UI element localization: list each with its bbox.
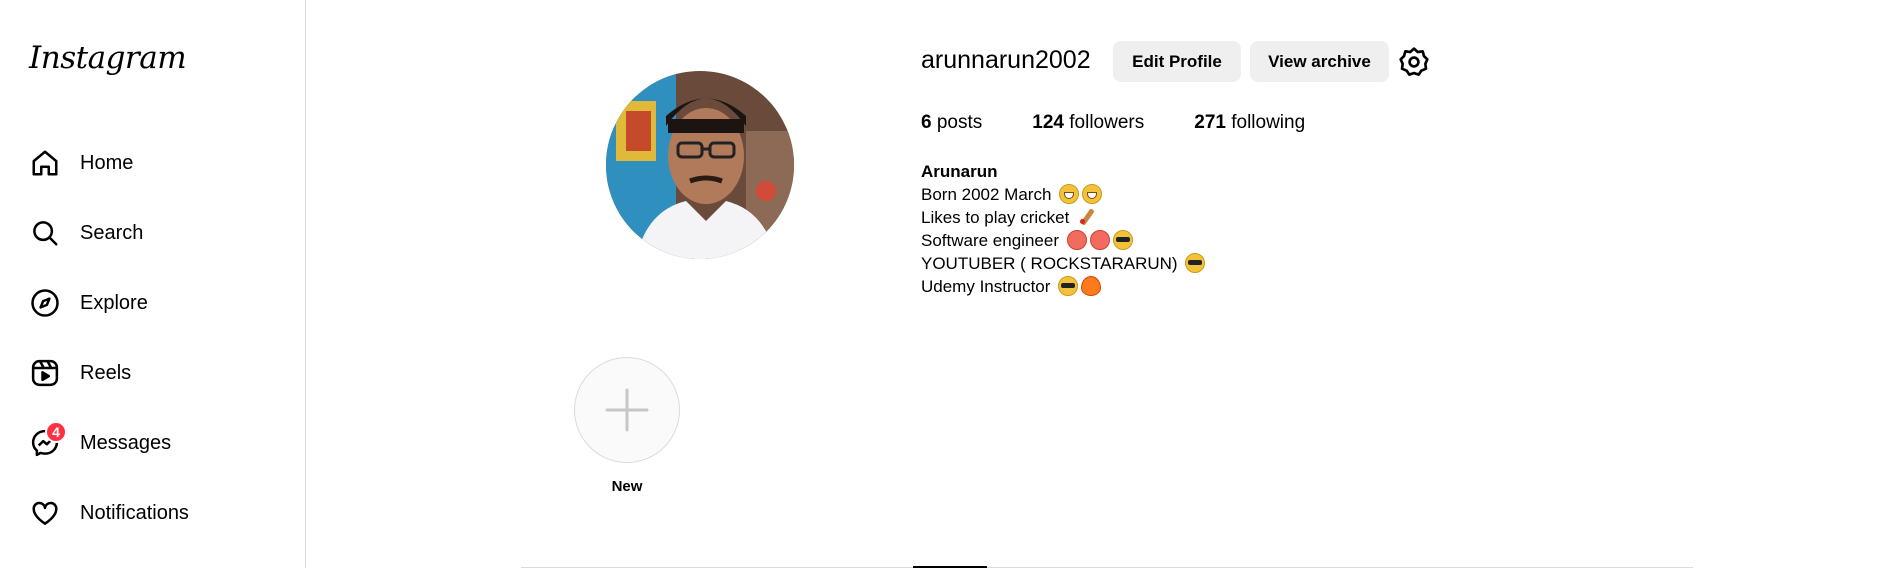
sidebar-item-label: Notifications xyxy=(80,501,189,524)
sidebar-item-label: Search xyxy=(80,221,144,244)
following-label: following xyxy=(1231,112,1306,133)
profile-stats: 6 posts 124 followers 271 following xyxy=(921,112,1355,134)
sidebar-item-reels[interactable]: Reels xyxy=(14,338,294,408)
grin-emoji-icon xyxy=(1082,184,1103,204)
search-icon xyxy=(29,217,61,249)
sidebar-item-label: Home xyxy=(80,151,134,174)
heart-eyes-emoji-icon xyxy=(1089,230,1110,250)
sidebar-item-label: Explore xyxy=(80,291,148,314)
bio-line: Udemy Instructor xyxy=(921,275,1205,298)
bio-line: Likes to play cricket xyxy=(921,206,1205,229)
sunglasses-emoji-icon xyxy=(1058,276,1079,296)
sunglasses-emoji-icon xyxy=(1112,230,1133,250)
reels-icon xyxy=(29,357,61,389)
new-highlight-button[interactable] xyxy=(574,357,680,463)
followers-label: followers xyxy=(1069,112,1145,133)
sidebar-item-label: Messages xyxy=(80,431,172,454)
gear-icon[interactable] xyxy=(1398,46,1430,78)
instagram-logo[interactable]: Instagram xyxy=(29,40,187,76)
grin-emoji-icon xyxy=(1059,184,1080,204)
sidebar-item-label: Reels xyxy=(80,361,132,384)
bio-line: Born 2002 March xyxy=(921,183,1205,206)
sidebar: Instagram Home Search Explore Reels 4 Me… xyxy=(0,0,306,568)
profile-username: arunnarun2002 xyxy=(921,46,1091,74)
profile-bio: Arunarun Born 2002 March Likes to play c… xyxy=(921,160,1206,298)
sidebar-item-notifications[interactable]: Notifications xyxy=(14,478,294,548)
plus-icon xyxy=(577,360,677,460)
sunglasses-emoji-icon xyxy=(1185,253,1206,273)
view-archive-button[interactable]: View archive xyxy=(1250,41,1389,82)
heart-icon xyxy=(29,497,61,529)
sidebar-item-messages[interactable]: 4 Messages xyxy=(14,408,294,478)
followers-link[interactable]: 124 followers xyxy=(1032,112,1144,134)
sidebar-item-explore[interactable]: Explore xyxy=(14,268,294,338)
new-highlight-label: New xyxy=(611,478,643,495)
home-icon xyxy=(29,147,61,179)
posts-label: posts xyxy=(936,112,983,133)
profile-full-name: Arunarun xyxy=(921,162,998,181)
following-count: 271 xyxy=(1194,112,1226,133)
sidebar-nav: Home Search Explore Reels 4 Messages Not… xyxy=(14,128,294,548)
messenger-icon: 4 xyxy=(29,421,67,459)
edit-profile-button[interactable]: Edit Profile xyxy=(1113,41,1241,82)
compass-icon xyxy=(29,287,61,319)
fire-emoji-icon xyxy=(1081,276,1102,296)
cricket-bat-emoji-icon xyxy=(1077,207,1097,227)
profile-avatar[interactable] xyxy=(606,71,794,259)
following-link[interactable]: 271 following xyxy=(1194,112,1305,134)
followers-count: 124 xyxy=(1032,112,1064,133)
sidebar-item-search[interactable]: Search xyxy=(14,198,294,268)
heart-eyes-emoji-icon xyxy=(1066,230,1087,250)
messages-badge: 4 xyxy=(45,421,67,443)
sidebar-item-home[interactable]: Home xyxy=(14,128,294,198)
posts-count: 6 xyxy=(921,112,932,133)
bio-line: Software engineer xyxy=(921,229,1205,252)
posts-stat: 6 posts xyxy=(921,112,982,134)
bio-line: YOUTUBER ( ROCKSTARARUN) xyxy=(921,252,1206,275)
